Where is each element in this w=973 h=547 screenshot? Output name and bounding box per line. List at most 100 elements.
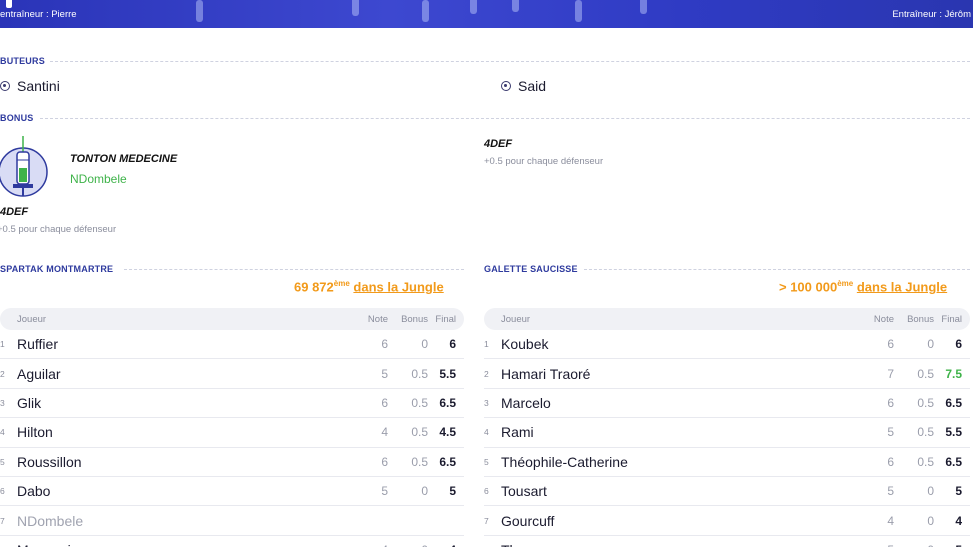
col-note[interactable]: Note <box>348 314 388 325</box>
table-row[interactable]: 1 Ruffier 6 0 6 <box>0 330 464 360</box>
bonus-target-player[interactable]: NDombele <box>70 172 127 186</box>
away-lineup-table: Joueur Note Bonus Final 1 Koubek 6 0 6 2 Hamar… <box>484 308 970 547</box>
col-note[interactable]: Note <box>854 314 894 325</box>
player-bonus: 0.5 <box>411 395 428 410</box>
player-name[interactable]: NDombele <box>17 513 348 529</box>
jungle-link[interactable]: dans la Jungle <box>857 279 947 294</box>
away-bonus-code: 4DEF <box>484 138 513 150</box>
player-final: 6.5 <box>945 454 962 469</box>
table-row[interactable]: 6 Tousart 5 0 5 <box>484 477 970 507</box>
player-bonus: 0 <box>927 337 934 352</box>
player-number: 2 <box>484 368 489 379</box>
player-bonus: 0.5 <box>917 425 934 440</box>
away-scorer-name: Said <box>518 78 547 94</box>
player-bonus: 0 <box>421 337 428 352</box>
player-note: 5 <box>887 425 894 440</box>
table-row[interactable]: 8Mangani404 <box>0 536 464 547</box>
table-row[interactable]: 4 Rami 5 0.5 5.5 <box>484 418 970 448</box>
player-final: 5.5 <box>945 425 962 440</box>
player-bonus: 0 <box>927 513 934 528</box>
player-silhouette <box>640 0 647 14</box>
player-number: 5 <box>484 456 489 467</box>
player-name[interactable]: Rami <box>501 424 854 440</box>
divider <box>40 118 970 119</box>
table-row[interactable]: 8Thomasson505 <box>484 536 970 547</box>
player-silhouette <box>422 0 429 22</box>
player-final: 6.5 <box>439 395 456 410</box>
player-name[interactable]: Tousart <box>501 483 854 499</box>
player-name[interactable]: Glik <box>17 395 348 411</box>
player-note: 4 <box>348 543 388 547</box>
home-scorer-name: Santini <box>17 78 60 94</box>
col-bonus[interactable]: Bonus <box>894 314 934 325</box>
player-final: 4 <box>428 543 464 547</box>
table-row[interactable]: 4 Hilton 4 0.5 4.5 <box>0 418 464 448</box>
home-coach-label: entraîneur : Pierre <box>0 9 77 20</box>
away-team-name: GALETTE SAUCISSE <box>484 264 578 274</box>
rank-suffix: ème <box>333 279 350 288</box>
col-final[interactable]: Final <box>934 314 970 325</box>
player-note: 6 <box>887 454 894 469</box>
player-note: 6 <box>887 337 894 352</box>
rank-value: 69 872 <box>294 279 334 295</box>
table-header: Joueur Note Bonus Final <box>0 308 464 330</box>
player-bonus: 0 <box>421 484 428 499</box>
banner-decoration <box>6 0 12 8</box>
table-row[interactable]: 5 Roussillon 6 0.5 6.5 <box>0 448 464 477</box>
player-silhouette <box>575 0 582 22</box>
player-bonus: 0 <box>388 543 428 547</box>
player-name[interactable]: Aguilar <box>17 366 348 382</box>
table-row[interactable]: 3 Glik 6 0.5 6.5 <box>0 389 464 419</box>
player-number: 4 <box>484 427 489 438</box>
player-silhouette <box>352 0 359 16</box>
player-name[interactable]: Théophile-Catherine <box>501 454 854 470</box>
home-scorer: Santini <box>0 78 60 94</box>
player-note: 5 <box>854 543 894 547</box>
player-bonus: 0.5 <box>411 454 428 469</box>
table-row[interactable]: 2 Aguilar 5 0.5 5.5 <box>0 359 464 389</box>
col-final[interactable]: Final <box>428 314 464 325</box>
table-row[interactable]: 6 Dabo 5 0 5 <box>0 477 464 507</box>
table-row[interactable]: 2 Hamari Traoré 7 0.5 7.5 <box>484 359 970 389</box>
divider <box>584 269 970 270</box>
ball-icon <box>501 81 511 91</box>
table-row[interactable]: 7 NDombele <box>0 506 464 536</box>
home-team-name: SPARTAK MONTMARTRE <box>0 264 114 274</box>
player-name[interactable]: Gourcuff <box>501 513 854 529</box>
player-note: 4 <box>381 425 388 440</box>
player-name[interactable]: Mangani <box>17 542 348 547</box>
col-bonus[interactable]: Bonus <box>388 314 428 325</box>
player-silhouette <box>512 0 519 12</box>
rank-suffix: ème <box>837 279 854 288</box>
away-coach-label: Entraîneur : Jérôm <box>892 9 971 20</box>
home-team-ranking: 69 872ème dans la Jungle <box>294 279 444 294</box>
player-final: 6 <box>955 337 962 352</box>
player-bonus: 0.5 <box>411 425 428 440</box>
player-name[interactable]: Dabo <box>17 483 348 499</box>
player-name[interactable]: Thomasson <box>501 542 854 547</box>
match-header-banner: entraîneur : Pierre Entraîneur : Jérôm <box>0 0 973 28</box>
player-name[interactable]: Hamari Traoré <box>501 366 854 382</box>
player-name[interactable]: Hilton <box>17 424 348 440</box>
col-player[interactable]: Joueur <box>501 314 854 325</box>
player-final: 6 <box>449 337 456 352</box>
player-name[interactable]: Roussillon <box>17 454 348 470</box>
table-row[interactable]: 7 Gourcuff 4 0 4 <box>484 506 970 536</box>
player-note: 6 <box>887 395 894 410</box>
player-final: 7.5 <box>945 366 962 381</box>
table-header: Joueur Note Bonus Final <box>484 308 970 330</box>
player-name[interactable]: Koubek <box>501 336 854 352</box>
player-final: 4.5 <box>439 425 456 440</box>
table-row[interactable]: 3 Marcelo 6 0.5 6.5 <box>484 389 970 419</box>
player-name[interactable]: Marcelo <box>501 395 854 411</box>
player-bonus: 0 <box>927 484 934 499</box>
player-number: 7 <box>484 515 489 526</box>
jungle-link[interactable]: dans la Jungle <box>353 279 443 294</box>
table-row[interactable]: 1 Koubek 6 0 6 <box>484 330 970 360</box>
player-name[interactable]: Ruffier <box>17 336 348 352</box>
player-bonus: 0.5 <box>917 366 934 381</box>
table-row[interactable]: 5 Théophile-Catherine 6 0.5 6.5 <box>484 448 970 477</box>
bonus-description: +0.5 pour chaque défenseur <box>0 224 117 235</box>
player-final: 5 <box>449 484 456 499</box>
col-player[interactable]: Joueur <box>17 314 348 325</box>
